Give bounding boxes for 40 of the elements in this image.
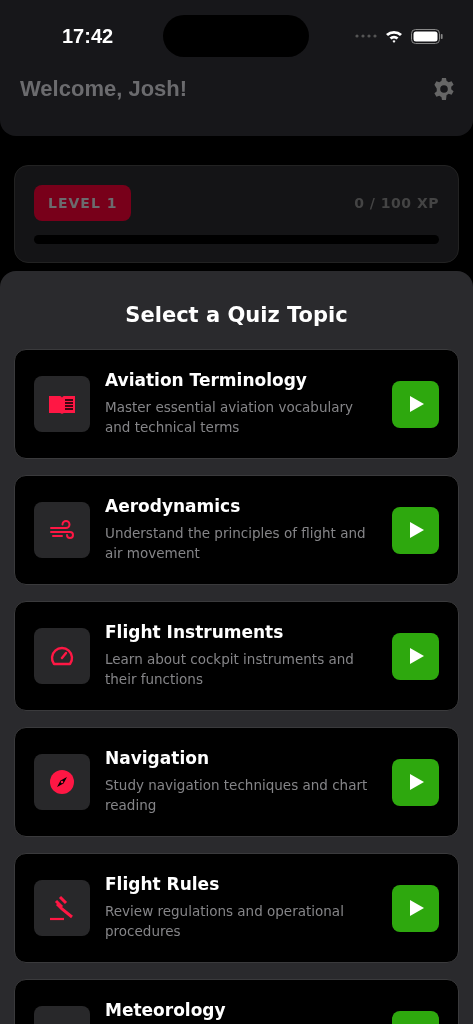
- status-time: 17:42: [62, 24, 115, 48]
- topic-card[interactable]: Flight Instruments Learn about cockpit instruments and their functions: [14, 601, 459, 711]
- sheet-title: Select a Quiz Topic: [124, 303, 349, 327]
- play-icon: [410, 900, 424, 916]
- topic-description: Master essential aviation vocabulary and technical terms: [105, 398, 355, 437]
- play-icon: [410, 774, 424, 790]
- play-button[interactable]: [392, 380, 439, 428]
- topic-card[interactable]: Flight Rules Review regulations and operational procedures: [14, 853, 459, 963]
- topic-description: Learn about cockpit instruments and their functions: [105, 650, 355, 689]
- level-badge: LEVEL 1: [34, 185, 132, 221]
- play-button[interactable]: [392, 632, 439, 680]
- topic-description: Study navigation techniques and chart reading: [105, 776, 369, 815]
- topic-description: Review regulations and operational procedures: [105, 902, 345, 941]
- wind-icon: [50, 520, 74, 540]
- topic-card[interactable]: Meteorology: [14, 979, 459, 1024]
- topic-card[interactable]: Aerodynamics Understand the principles of flight and air movement: [14, 475, 459, 585]
- topic-card[interactable]: Aviation Terminology Master essential aviation vocabulary and technical terms: [14, 349, 459, 459]
- play-button[interactable]: [392, 884, 439, 932]
- topic-title: Navigation: [105, 748, 210, 768]
- topic-description: Understand the principles of flight and air movement: [105, 524, 367, 563]
- topic-title: Flight Rules: [105, 874, 221, 894]
- topic-card[interactable]: Navigation Study navigation techniques and chart reading: [14, 727, 459, 837]
- wifi-icon: [385, 29, 403, 43]
- welcome-heading: Welcome, Josh!: [20, 76, 188, 102]
- topic-title: Meteorology: [105, 1000, 227, 1020]
- gauge-icon: [50, 646, 74, 666]
- topic-title: Aerodynamics: [105, 496, 242, 516]
- play-button[interactable]: [392, 758, 439, 806]
- play-button[interactable]: [392, 506, 439, 554]
- topic-title: Flight Instruments: [105, 622, 285, 642]
- battery-icon: [411, 28, 443, 44]
- compass-icon: [50, 770, 74, 794]
- settings-icon[interactable]: [432, 77, 456, 101]
- signal-icon: [355, 34, 377, 38]
- book-icon: [49, 394, 75, 414]
- topic-title: Aviation Terminology: [105, 370, 308, 390]
- gavel-icon: [49, 895, 75, 921]
- play-icon: [410, 396, 424, 412]
- play-icon: [410, 522, 424, 538]
- play-icon: [410, 648, 424, 664]
